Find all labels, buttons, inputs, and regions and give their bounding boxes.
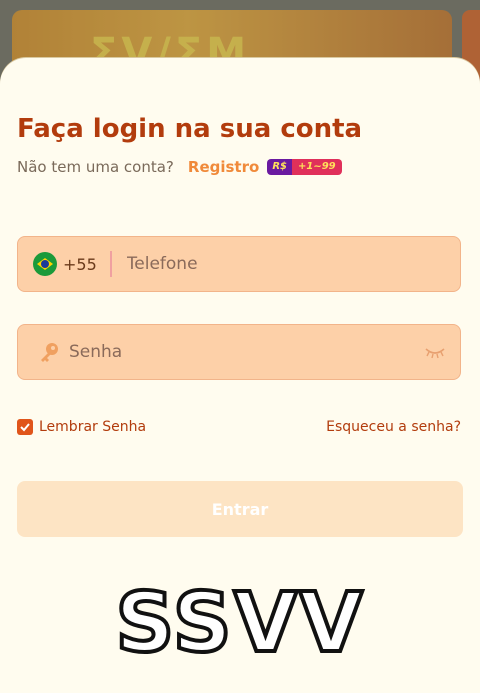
remember-label[interactable]: Lembrar Senha [39, 419, 146, 435]
register-prompt: Não tem uma conta? Registro R$ +1~99 [17, 156, 342, 178]
page-title: Faça login na sua conta [17, 114, 363, 144]
forgot-password-link[interactable]: Esqueceu a senha? [326, 419, 461, 435]
phone-input[interactable] [124, 243, 460, 285]
login-sheet: Faça login na sua conta Não tem uma cont… [0, 58, 480, 693]
watermark: SSVV [113, 574, 365, 673]
login-button[interactable]: Entrar [17, 481, 463, 537]
remember-password[interactable]: Lembrar Senha [17, 419, 146, 435]
check-icon [20, 423, 30, 432]
no-account-text: Não tem uma conta? [17, 158, 174, 176]
key-icon [41, 343, 58, 362]
bonus-amount: +1~99 [291, 159, 342, 175]
phone-field[interactable]: +55 [17, 236, 461, 292]
bonus-currency: R$ [267, 159, 292, 175]
password-input[interactable] [67, 331, 424, 373]
password-field[interactable] [17, 324, 461, 380]
login-options: Lembrar Senha Esqueceu a senha? [17, 416, 461, 438]
country-code[interactable]: +55 [63, 255, 97, 274]
eye-closed-icon[interactable] [424, 345, 446, 359]
register-link[interactable]: Registro [188, 158, 259, 176]
register-bonus-badge: R$ +1~99 [267, 159, 342, 175]
brazil-flag-icon[interactable] [33, 252, 57, 276]
field-divider [109, 251, 112, 277]
remember-checkbox[interactable] [17, 419, 33, 435]
